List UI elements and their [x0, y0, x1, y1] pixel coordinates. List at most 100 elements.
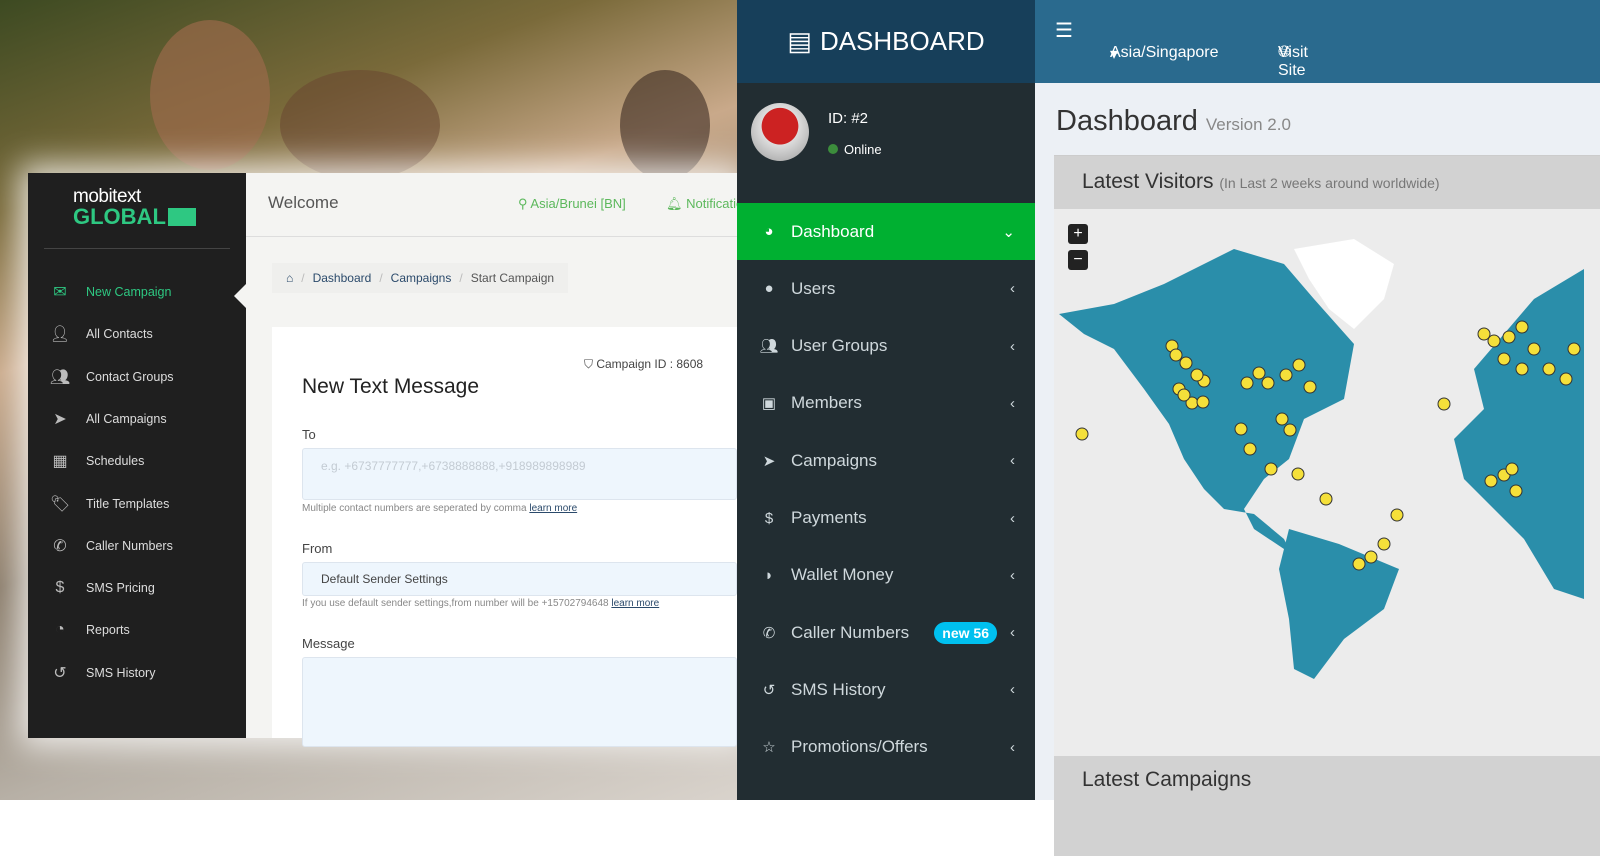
sidebar-item-contact-groups[interactable]: 👥︎ Contact Groups [48, 362, 174, 392]
sidebar-item-label: Schedules [86, 454, 145, 469]
nav-item-campaigns[interactable]: ➤ Campaigns ‹ [737, 432, 1035, 489]
sidebar-item-schedules[interactable]: ▦ Schedules [48, 446, 144, 476]
visitor-marker[interactable] [1177, 388, 1191, 402]
sidebar-item-all-contacts[interactable]: 👤︎ All Contacts [48, 319, 153, 349]
chevron-icon: ‹ [1010, 452, 1015, 470]
visitor-marker[interactable] [1319, 492, 1333, 506]
nav-item-promotions-offers[interactable]: ☆ Promotions/Offers ‹ [737, 719, 1035, 776]
visitor-marker[interactable] [1234, 422, 1248, 436]
user-id: ID: #2 [828, 110, 869, 127]
from-label: From [302, 541, 333, 556]
visitor-marker[interactable] [1487, 334, 1501, 348]
users-icon: 👥︎ [49, 368, 71, 386]
sidebar-item-caller-numbers[interactable]: ✆ Caller Numbers [48, 531, 173, 561]
sidebar-item-sms-pricing[interactable]: $ SMS Pricing [48, 573, 155, 603]
world-map[interactable]: + − [1054, 209, 1600, 805]
visitor-marker[interactable] [1264, 462, 1278, 476]
message-textarea[interactable] [302, 657, 737, 747]
dashboard-logo[interactable]: ▤ DASHBOARD [737, 0, 1035, 83]
nav-item-user-groups[interactable]: 👥︎ User Groups ‹ [737, 318, 1035, 375]
hamburger-menu-icon[interactable]: ☰ [1055, 18, 1073, 43]
visitor-marker[interactable] [1542, 362, 1556, 376]
visitor-marker[interactable] [1497, 352, 1511, 366]
campaign-form: ⛉ Campaign ID : 8608 New Text Message To… [272, 327, 737, 747]
nav-item-label: SMS History [791, 679, 886, 699]
visitor-marker[interactable] [1252, 366, 1266, 380]
visitor-marker[interactable] [1559, 372, 1573, 386]
nav-item-label: Users [791, 278, 836, 298]
newspaper-icon: ▤ [787, 26, 812, 56]
visitor-marker[interactable] [1515, 320, 1529, 334]
visitor-marker[interactable] [1303, 380, 1317, 394]
page-title: Dashboard Version 2.0 [1056, 105, 1291, 138]
sidebar-item-all-campaigns[interactable]: ➤ All Campaigns [48, 404, 166, 434]
chevron-icon: ‹ [1010, 681, 1015, 699]
visitor-marker[interactable] [1567, 342, 1581, 356]
visitor-marker[interactable] [1291, 467, 1305, 481]
visitor-marker[interactable] [1243, 442, 1257, 456]
visitor-marker[interactable] [1169, 348, 1183, 362]
visitor-marker[interactable] [1240, 376, 1254, 390]
visitor-marker[interactable] [1527, 342, 1541, 356]
phone-icon: ✆ [53, 537, 67, 555]
visitor-marker[interactable] [1377, 537, 1391, 551]
to-help-text: Multiple contact numbers are seperated b… [302, 503, 527, 514]
nav-item-label: Members [791, 393, 862, 413]
nav-item-payments[interactable]: $ Payments ‹ [737, 490, 1035, 547]
visitor-marker[interactable] [1190, 368, 1204, 382]
sidebar-item-label: New Campaign [86, 285, 172, 299]
breadcrumb-campaigns[interactable]: Campaigns [391, 271, 452, 285]
map-marker-icon: ⚲ [518, 196, 531, 211]
sidebar-item-sms-history[interactable]: ↺ SMS History [48, 658, 155, 688]
visitor-marker[interactable] [1292, 358, 1306, 372]
visitor-marker[interactable] [1352, 557, 1366, 571]
visitor-marker[interactable] [1261, 376, 1275, 390]
sidebar-item-reports[interactable]: ◔ Reports [48, 615, 130, 645]
visitor-marker[interactable] [1279, 368, 1293, 382]
from-select[interactable]: Default Sender Settings [302, 562, 737, 596]
sidebar-item-new-campaign[interactable]: ✉ New Campaign [48, 277, 171, 307]
campaign-id: ⛉ Campaign ID : 8608 [584, 357, 703, 372]
visitor-marker[interactable] [1196, 395, 1210, 409]
sidebar-item-title-templates[interactable]: 🏷︎ Title Templates [48, 489, 170, 519]
nav-item-caller-numbers[interactable]: ✆ Caller Numbers new 56 ‹ [737, 604, 1035, 661]
nav-item-dashboard[interactable]: ◕ Dashboard ⌄ [737, 203, 1035, 260]
breadcrumb-dashboard[interactable]: Dashboard [313, 271, 372, 285]
nav-item-sms-history[interactable]: ↺ SMS History ‹ [737, 661, 1035, 718]
mobitext-logo: mobitext GLOBAL [73, 187, 196, 228]
nav-item-wallet-money[interactable]: ◗ Wallet Money ‹ [737, 547, 1035, 604]
visitor-marker[interactable] [1502, 330, 1516, 344]
visitor-marker[interactable] [1390, 508, 1404, 522]
user-icon: ● [764, 280, 774, 298]
status-text: Online [844, 142, 882, 157]
visitor-marker[interactable] [1437, 397, 1451, 411]
visitor-marker[interactable] [1075, 427, 1089, 441]
active-pointer [234, 283, 247, 309]
sidebar-item-label: SMS History [86, 665, 156, 680]
nav-item-users[interactable]: ● Users ‹ [737, 260, 1035, 317]
timezone-link[interactable]: ⚲ Asia/Brunei [BN] [518, 196, 626, 212]
visitor-marker[interactable] [1505, 462, 1519, 476]
from-learn-more-link[interactable]: learn more [611, 598, 659, 609]
welcome-text: Welcome [268, 193, 339, 212]
visitor-marker[interactable] [1509, 484, 1523, 498]
to-learn-more-link[interactable]: learn more [529, 503, 577, 514]
nav-item-label: User Groups [791, 336, 888, 356]
visitor-marker[interactable] [1179, 356, 1193, 370]
from-help: If you use default sender settings,from … [302, 598, 659, 609]
to-input[interactable]: e.g. +6737777777,+6738888888,+9189898989… [302, 448, 737, 500]
chevron-icon: ⌄ [1002, 223, 1015, 241]
nav-item-members[interactable]: ▣ Members ‹ [737, 375, 1035, 432]
timezone-label: Asia/Brunei [BN] [530, 196, 626, 211]
calendar-plus-icon: ▦ [52, 453, 68, 471]
visitor-marker[interactable] [1275, 412, 1289, 426]
home-icon[interactable]: ⌂ [286, 271, 293, 285]
to-label: To [302, 427, 316, 442]
visitor-marker[interactable] [1515, 362, 1529, 376]
visit-site-text: Visit Site [1278, 44, 1308, 79]
visitor-marker[interactable] [1364, 550, 1378, 564]
briefcase-icon: ▣ [761, 395, 777, 413]
visitor-marker[interactable] [1283, 423, 1297, 437]
chevron-icon: ‹ [1010, 624, 1015, 642]
visitor-marker[interactable] [1484, 474, 1498, 488]
